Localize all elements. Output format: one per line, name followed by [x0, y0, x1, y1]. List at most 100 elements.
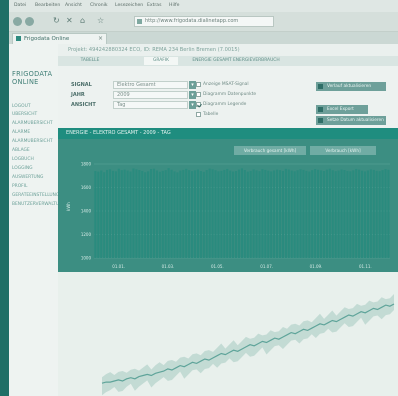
bar[interactable]	[152, 168, 156, 258]
bar[interactable]	[328, 168, 331, 258]
bar[interactable]	[334, 171, 337, 258]
bar[interactable]	[363, 171, 367, 258]
bar[interactable]	[387, 169, 390, 258]
bar[interactable]	[167, 168, 170, 258]
bar[interactable]	[281, 170, 284, 258]
bookmark-icon[interactable]: ☆	[97, 16, 104, 25]
bar[interactable]	[372, 169, 375, 258]
bar[interactable]	[243, 169, 246, 258]
bar[interactable]	[114, 171, 117, 258]
bar[interactable]	[255, 170, 258, 258]
tab-graph[interactable]: GRAFIK	[144, 57, 178, 65]
bar[interactable]	[340, 169, 343, 258]
bar[interactable]	[240, 168, 243, 258]
bar[interactable]	[276, 169, 279, 258]
menu-item-extras[interactable]: Extras	[147, 3, 162, 8]
legend-item-total[interactable]: Verbrauch gesamt [kWh]	[234, 146, 306, 155]
bar[interactable]	[284, 168, 287, 258]
bar[interactable]	[108, 169, 112, 258]
bar[interactable]	[273, 170, 276, 258]
bar[interactable]	[141, 170, 144, 258]
nav-alarms[interactable]: ALARME	[12, 130, 30, 135]
refresh-button[interactable]: Verlauf aktualisieren	[316, 82, 386, 91]
bar[interactable]	[278, 170, 282, 258]
tab-table[interactable]: TABELLE	[70, 57, 110, 65]
back-icon[interactable]	[13, 17, 22, 26]
bar[interactable]	[173, 171, 176, 258]
bar[interactable]	[188, 170, 191, 258]
bar[interactable]	[258, 171, 261, 258]
nav-evaluation[interactable]: AUSWERTUNG	[12, 175, 43, 180]
bar[interactable]	[202, 171, 205, 258]
bar[interactable]	[220, 170, 223, 258]
bar[interactable]	[196, 169, 200, 258]
bar[interactable]	[246, 171, 249, 258]
bar[interactable]	[311, 170, 314, 258]
bar[interactable]	[314, 169, 317, 258]
period-select[interactable]: Tag ▾	[113, 101, 196, 109]
bar[interactable]	[261, 169, 264, 258]
bar[interactable]	[308, 171, 311, 258]
menu-item-datei[interactable]: Datei	[14, 3, 26, 8]
bar[interactable]	[299, 169, 302, 258]
bar[interactable]	[287, 169, 290, 258]
bar[interactable]	[249, 170, 252, 258]
bar[interactable]	[199, 171, 202, 258]
bar[interactable]	[252, 169, 255, 258]
bar[interactable]	[94, 171, 97, 258]
bar[interactable]	[164, 170, 167, 258]
bar[interactable]	[293, 171, 296, 258]
bar[interactable]	[217, 171, 220, 258]
bar[interactable]	[126, 170, 129, 258]
bar[interactable]	[182, 169, 185, 258]
bar[interactable]	[234, 171, 238, 258]
bar[interactable]	[214, 170, 217, 258]
close-tab-icon[interactable]: ×	[98, 34, 103, 44]
bar[interactable]	[229, 170, 232, 258]
bar[interactable]	[325, 169, 328, 258]
bar[interactable]	[161, 170, 164, 258]
bar[interactable]	[317, 169, 320, 258]
tab-energy-total[interactable]: ENERGIE GESAMT ENERGIEVERBRAUCH	[186, 57, 286, 65]
bar[interactable]	[117, 168, 120, 258]
nav-profile[interactable]: PROFIL	[12, 184, 27, 189]
checkbox-table[interactable]	[196, 112, 201, 117]
forward-icon[interactable]	[25, 17, 34, 26]
bar[interactable]	[135, 169, 138, 258]
nav-archive[interactable]: ABLAGE	[12, 148, 30, 153]
year-select[interactable]: 2009 ▾	[113, 91, 196, 99]
bar[interactable]	[120, 170, 123, 258]
bar[interactable]	[226, 168, 229, 258]
nav-logging[interactable]: LOGGING	[12, 166, 33, 171]
bar[interactable]	[144, 172, 147, 258]
stop-icon[interactable]: ✕	[66, 16, 73, 25]
bar[interactable]	[346, 170, 349, 258]
bar[interactable]	[193, 170, 197, 258]
bar[interactable]	[343, 169, 346, 258]
legend-item-consumption[interactable]: Verbrauch [kWh]	[310, 146, 376, 155]
bar[interactable]	[378, 171, 381, 258]
bar[interactable]	[270, 171, 273, 258]
bar[interactable]	[111, 170, 115, 258]
nav-logbook[interactable]: LOGBUCH	[12, 157, 34, 162]
bar[interactable]	[290, 170, 293, 258]
bar[interactable]	[360, 170, 364, 258]
bar[interactable]	[322, 171, 326, 258]
bar[interactable]	[223, 169, 226, 258]
checkbox-legend[interactable]	[196, 102, 201, 107]
bar[interactable]	[355, 168, 358, 258]
bar[interactable]	[331, 170, 334, 258]
home-icon[interactable]: ⌂	[80, 16, 85, 25]
bar[interactable]	[305, 170, 308, 258]
bar[interactable]	[208, 168, 211, 258]
menu-item-chronik[interactable]: Chronik	[90, 3, 108, 8]
bar[interactable]	[103, 172, 106, 258]
checkbox-msat[interactable]	[196, 82, 201, 87]
bar[interactable]	[352, 170, 355, 258]
excel-export-button[interactable]: Excel Export	[316, 105, 368, 114]
bar[interactable]	[179, 170, 182, 258]
bar[interactable]	[358, 169, 361, 258]
nav-overview[interactable]: UBERSICHT	[12, 112, 37, 117]
bar[interactable]	[176, 172, 179, 258]
nav-alarm-overview[interactable]: ALARMUBERSICHT	[12, 121, 53, 126]
